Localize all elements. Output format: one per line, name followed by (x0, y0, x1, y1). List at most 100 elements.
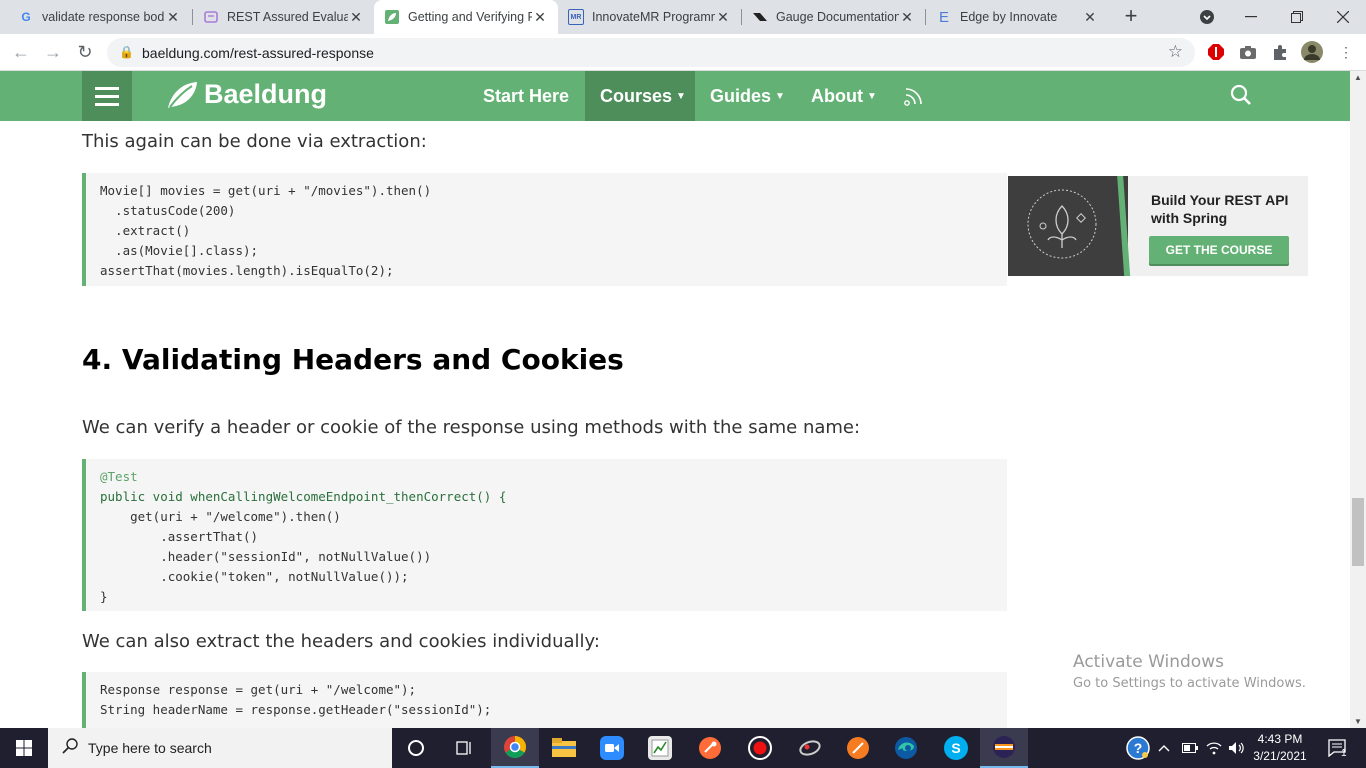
tab-title: Getting and Verifying R (408, 10, 532, 24)
notification-count: 1 (1341, 748, 1347, 759)
chevron-up-icon[interactable] (1158, 728, 1170, 768)
tab-validate-response[interactable]: G validate response bod ✕ (8, 0, 191, 34)
gauge-icon (752, 9, 768, 25)
tab-innovatemr[interactable]: MR InnovateMR Programm ✕ (558, 0, 741, 34)
section-heading: 4. Validating Headers and Cookies (82, 343, 624, 376)
nav-guides[interactable]: Guides ▼ (695, 71, 800, 121)
caret-down-icon: ▼ (866, 90, 877, 102)
course-ad-banner[interactable]: Build Your REST API with Spring GET THE … (1008, 176, 1308, 276)
close-icon[interactable]: ✕ (348, 9, 364, 26)
get-the-course-button[interactable]: GET THE COURSE (1149, 236, 1289, 264)
volume-icon[interactable] (1228, 728, 1246, 768)
baeldung-leaf-icon (384, 9, 400, 25)
edge-e-icon: E (938, 8, 949, 26)
paragraph-extract-headers: We can also extract the headers and cook… (82, 631, 600, 652)
url-text: baeldung.com/rest-assured-response (142, 45, 374, 61)
notification-center-icon[interactable]: 1 (1320, 728, 1356, 768)
file-explorer-icon[interactable] (540, 728, 588, 768)
close-icon[interactable]: ✕ (899, 9, 915, 26)
screen-recorder-icon[interactable] (736, 728, 784, 768)
scrollbar-thumb[interactable] (1352, 498, 1364, 566)
zoom-icon[interactable] (588, 728, 636, 768)
eclipse-icon[interactable] (980, 728, 1028, 768)
forward-arrow-icon[interactable]: → (41, 40, 65, 64)
scroll-down-arrow-icon[interactable]: ▼ (1354, 717, 1362, 726)
windows-start-icon[interactable] (0, 728, 48, 768)
code-block-movies: Movie[] movies = get(uri + "/movies").th… (82, 173, 1007, 286)
nav-courses[interactable]: Courses ▼ (585, 71, 695, 121)
close-icon[interactable]: ✕ (165, 9, 181, 26)
address-bar[interactable]: 🔒 baeldung.com/rest-assured-response ☆ (107, 38, 1195, 67)
code-line: .extract() (100, 223, 191, 238)
bookmark-star-icon[interactable]: ☆ (1168, 42, 1183, 62)
cortana-icon[interactable] (392, 728, 440, 768)
nav-label: Start Here (483, 85, 570, 106)
windows-taskbar: Type here to search S ? 4:43 PM 3/21/202… (0, 728, 1366, 768)
caret-down-icon: ▼ (676, 90, 686, 102)
nav-start-here[interactable]: Start Here (468, 71, 584, 121)
restore-icon[interactable] (1274, 0, 1320, 34)
close-icon[interactable]: ✕ (1082, 9, 1098, 26)
scroll-up-arrow-icon[interactable]: ▲ (1354, 73, 1362, 82)
google-icon: G (21, 10, 31, 24)
hamburger-menu-icon[interactable] (82, 71, 132, 121)
task-view-icon[interactable] (440, 728, 488, 768)
search-icon (62, 737, 78, 759)
close-window-icon[interactable] (1320, 0, 1366, 34)
battery-icon[interactable] (1182, 728, 1198, 768)
code-line: String headerName = response.getHeader("… (100, 702, 492, 717)
tab-search-icon[interactable] (1184, 0, 1230, 34)
close-icon[interactable]: ✕ (715, 9, 731, 26)
reload-icon[interactable]: ↻ (73, 40, 97, 64)
svg-text:?: ? (1134, 740, 1143, 756)
watermark-title: Activate Windows (1073, 652, 1224, 672)
search-icon[interactable] (1230, 84, 1252, 111)
taskbar-search-box[interactable]: Type here to search (48, 728, 392, 768)
clock-date: 3/21/2021 (1253, 749, 1307, 763)
tab-rest-assured[interactable]: REST Assured Evaluate ✕ (193, 0, 374, 34)
paint-icon[interactable] (834, 728, 882, 768)
spring-leaf-badge-icon (1027, 189, 1097, 259)
skype-icon[interactable]: S (932, 728, 980, 768)
page-scrollbar[interactable]: ▲ ▼ (1350, 71, 1366, 728)
innovatemr-icon: MR (568, 9, 584, 25)
code-line: get(uri + "/welcome").then() (100, 509, 341, 524)
jmeter-icon[interactable] (636, 728, 684, 768)
tab-gauge-docs[interactable]: Gauge Documentation ✕ (742, 0, 925, 34)
nav-label: Courses (600, 85, 673, 106)
article-content: This again can be done via extraction: M… (0, 121, 1350, 728)
code-block-extract-headers: Response response = get(uri + "/welcome"… (82, 672, 1007, 728)
tab-getting-verifying[interactable]: Getting and Verifying R ✕ (374, 0, 558, 34)
code-line: Response response = get(uri + "/welcome"… (100, 682, 417, 697)
adblock-icon[interactable] (1205, 41, 1227, 63)
code-line: .cookie("token", notNullValue()); (100, 569, 409, 584)
chrome-taskbar-icon[interactable] (491, 728, 539, 768)
camera-extension-icon[interactable] (1237, 41, 1259, 63)
back-arrow-icon[interactable]: ← (9, 40, 33, 64)
minimize-icon[interactable] (1228, 0, 1274, 34)
search-placeholder: Type here to search (88, 740, 212, 756)
close-icon[interactable]: ✕ (532, 9, 548, 26)
postman-icon[interactable] (686, 728, 734, 768)
help-tray-icon[interactable]: ? (1126, 728, 1150, 768)
activate-windows-watermark: Activate Windows Go to Settings to activ… (1073, 652, 1306, 691)
baeldung-logo[interactable]: Baeldung (166, 79, 327, 110)
taskbar-clock[interactable]: 4:43 PM 3/21/2021 (1248, 731, 1312, 765)
snipping-tool-icon[interactable] (786, 728, 834, 768)
ad-title: Build Your REST API with Spring (1151, 192, 1289, 226)
tab-edge-by-innovate[interactable]: E Edge by Innovate ✕ (926, 0, 1108, 34)
site-navbar: Baeldung Start Here Courses ▼ Guides ▼ Abo… (0, 71, 1350, 121)
profile-avatar[interactable] (1301, 41, 1323, 63)
caret-down-icon: ▼ (775, 90, 785, 102)
edge-browser-icon[interactable] (882, 728, 930, 768)
code-line: Movie[] movies = get(uri + "/movies").th… (100, 183, 432, 198)
tab-title: Edge by Innovate (960, 10, 1058, 24)
new-tab-button[interactable]: + (1119, 4, 1143, 28)
browser-tab-strip: G validate response bod ✕ REST Assured E… (0, 0, 1366, 34)
wifi-icon[interactable] (1206, 728, 1222, 768)
rss-icon[interactable] (903, 85, 925, 112)
document-icon (203, 9, 219, 25)
extensions-puzzle-icon[interactable] (1269, 41, 1291, 63)
nav-about[interactable]: About ▼ (796, 71, 892, 121)
chrome-menu-icon[interactable]: ⋮ (1335, 41, 1357, 63)
